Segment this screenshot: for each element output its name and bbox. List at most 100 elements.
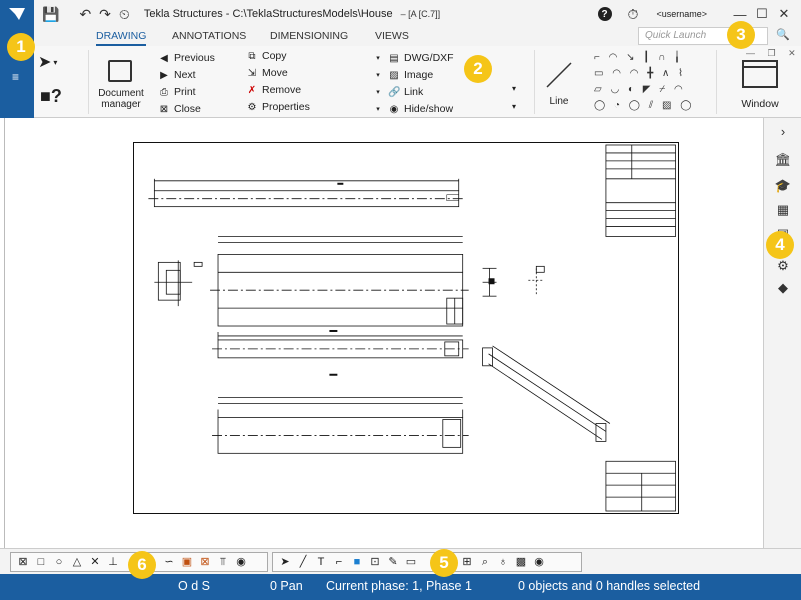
copy-icon: ⧉: [248, 50, 256, 62]
window-title: Tekla Structures - C:\TeklaStructuresMod…: [143, 8, 393, 20]
hamburger-menu-icon[interactable]: ≡: [12, 70, 19, 84]
tekla-logo-icon[interactable]: [0, 0, 34, 28]
print-button[interactable]: ⎙ Print: [158, 86, 196, 98]
username-label[interactable]: <username>: [656, 9, 707, 19]
print-icon: ⎙: [160, 86, 168, 98]
visibility-eye-icon[interactable]: ◉: [530, 554, 548, 570]
snap-active-cross-icon[interactable]: ⊠: [196, 554, 214, 570]
rectangle-icon[interactable]: ▭: [402, 554, 420, 570]
learning-icon[interactable]: 🎓: [764, 178, 801, 194]
grid-icon[interactable]: ⊞: [458, 554, 476, 570]
dwg-dxf-button[interactable]: ▾ ▤ DWG/DXF: [372, 52, 453, 64]
drawing-symbols-gallery[interactable]: ⌐ ◠ ↘ ┃ ∩ ╽ ▭ ◠ ◠ ╋ ∧ ⌇ ▱ ◡ ◐ ◤ ⌿ ◠ ◯ ◔ ◯ ⫽…: [594, 50, 706, 114]
move-label: Move: [262, 67, 288, 79]
drawing-sheet[interactable]: [133, 142, 679, 514]
arrow-left-icon: ◀: [160, 52, 168, 64]
next-button[interactable]: ▶ Next: [158, 69, 195, 81]
stopwatch-icon[interactable]: ⏱: [628, 6, 639, 23]
selection-status: 0 objects and 0 handles selected: [518, 579, 701, 593]
history-icon[interactable]: ⏲: [119, 6, 130, 23]
save-icon[interactable]: 💾: [42, 6, 59, 23]
undo-icon[interactable]: ↶: [79, 6, 91, 23]
select-arrow-icon[interactable]: ➤ ▾: [38, 52, 57, 72]
chevron-right-icon[interactable]: ›: [764, 124, 801, 139]
callout-1: 1: [7, 33, 35, 61]
callout-5: 5: [430, 549, 458, 577]
drawing-tools: ➤ ╱ T ⌐ ■ ⊡ ✎ ▭ ▦ ⊞ ⌕ ♁ ▩ ◉: [272, 552, 582, 572]
line-icon[interactable]: ╱: [294, 554, 312, 570]
hide-show-button[interactable]: ▾ ◉ Hide/show: [372, 103, 453, 115]
snap-curve-icon[interactable]: ∽: [160, 554, 178, 570]
shapes-add-icon[interactable]: ◆: [764, 280, 801, 296]
document-manager-button[interactable]: Document manager: [94, 88, 148, 110]
remove-button[interactable]: ✗ Remove: [246, 84, 301, 96]
settings-gear-icon[interactable]: ⚙: [764, 258, 801, 274]
snap-triangle-icon[interactable]: △: [68, 554, 86, 570]
window-button[interactable]: Window: [734, 98, 786, 110]
close-drawing-button[interactable]: ⊠ Close: [158, 103, 201, 115]
dropdown-arrow-icon: ▾: [376, 89, 380, 96]
properties-button[interactable]: ⚙ Properties: [246, 101, 310, 113]
snap-eye-icon[interactable]: ◉: [232, 554, 250, 570]
snap-perpendicular-icon[interactable]: ⊥: [104, 554, 122, 570]
zoom-icon[interactable]: ⌕: [476, 554, 494, 570]
move-button[interactable]: ⇲ Move: [246, 67, 288, 79]
pattern-icon[interactable]: ▩: [512, 554, 530, 570]
tab-annotations[interactable]: ANNOTATIONS: [172, 28, 246, 46]
arrow-right-icon: ▶: [160, 69, 168, 81]
status-bar: O d S 0 Pan Current phase: 1, Phase 1 0 …: [0, 574, 801, 600]
previous-label: Previous: [174, 52, 215, 64]
snap-square-icon[interactable]: □: [32, 554, 50, 570]
search-icon[interactable]: 🔍: [770, 28, 796, 44]
tab-dimensioning[interactable]: DIMENSIONING: [270, 28, 348, 46]
dropdown-arrow-icon: ▾: [376, 106, 380, 113]
document-manager-icon[interactable]: [108, 60, 132, 82]
window-icon[interactable]: [742, 60, 778, 88]
redo-icon[interactable]: ↷: [99, 6, 111, 23]
remove-icon: ✗: [247, 84, 257, 96]
ribbon-panel: ➤ ▾ ■? Document manager ◀ Previous ▶ Next ⎙…: [34, 46, 801, 118]
edit-icon[interactable]: ✎: [384, 554, 402, 570]
catalog-icon[interactable]: 🏛: [764, 152, 801, 168]
snap-circle-icon[interactable]: ○: [50, 554, 68, 570]
link-button[interactable]: ▾ 🔗 Link: [372, 86, 423, 98]
snap-cross-icon[interactable]: ✕: [86, 554, 104, 570]
pointer-icon[interactable]: ➤: [276, 554, 294, 570]
snap-point-icon[interactable]: ⫪: [214, 554, 232, 570]
previous-button[interactable]: ◀ Previous: [158, 52, 215, 64]
minimize-button[interactable]: —: [729, 7, 751, 22]
tab-views[interactable]: VIEWS: [375, 28, 409, 46]
more-dropdown-icon[interactable]: ▾: [512, 84, 516, 93]
link-icon: 🔗: [388, 86, 401, 98]
close-button[interactable]: ✕: [773, 6, 795, 22]
more-dropdown-icon[interactable]: ▾: [512, 102, 516, 111]
fill-square-icon[interactable]: ■: [348, 554, 366, 570]
current-phase-status[interactable]: Current phase: 1, Phase 1: [326, 579, 472, 593]
callout-3: 3: [727, 21, 755, 49]
side-pane: › 🏛 🎓 ▦ ▣ ⚙ ◆: [763, 118, 801, 548]
leader-icon[interactable]: ⌐: [330, 554, 348, 570]
text-icon[interactable]: T: [312, 554, 330, 570]
snap-mode-status[interactable]: O d S: [178, 579, 210, 593]
line-tool-icon[interactable]: [544, 60, 574, 90]
maximize-button[interactable]: ☐: [751, 6, 773, 22]
line-tool-label[interactable]: Line: [544, 96, 574, 107]
window-controls-mini[interactable]: — ❐ ✕: [746, 48, 801, 59]
pin-icon[interactable]: ♁: [494, 554, 512, 570]
tab-drawing[interactable]: DRAWING: [96, 28, 147, 46]
help-icon[interactable]: ?: [597, 7, 612, 21]
snap-reference-icon[interactable]: ⊠: [14, 554, 32, 570]
layout-icon[interactable]: ▦: [764, 202, 801, 218]
copy-label: Copy: [262, 50, 287, 62]
drawing-canvas[interactable]: [4, 118, 763, 548]
title-bar: 💾 ↶ ↷ ⏲ Tekla Structures - C:\TeklaStruc…: [0, 0, 801, 28]
quick-help-icon[interactable]: ■?: [40, 86, 62, 107]
copy-button[interactable]: ⧉ Copy: [246, 50, 287, 62]
dwg-file-icon: ▤: [389, 52, 399, 64]
snap-toolbar: ⊠ □ ○ △ ✕ ⊥ ⧖ ∽ ▣ ⊠ ⫪ ◉ ➤ ╱ T ⌐ ■ ⊡ ✎ ▭ …: [0, 548, 801, 574]
print-label: Print: [174, 86, 196, 98]
callout-4: 4: [766, 231, 794, 259]
image-button[interactable]: ▾ ▨ Image: [372, 69, 433, 81]
frame-icon[interactable]: ⊡: [366, 554, 384, 570]
snap-active-square-icon[interactable]: ▣: [178, 554, 196, 570]
